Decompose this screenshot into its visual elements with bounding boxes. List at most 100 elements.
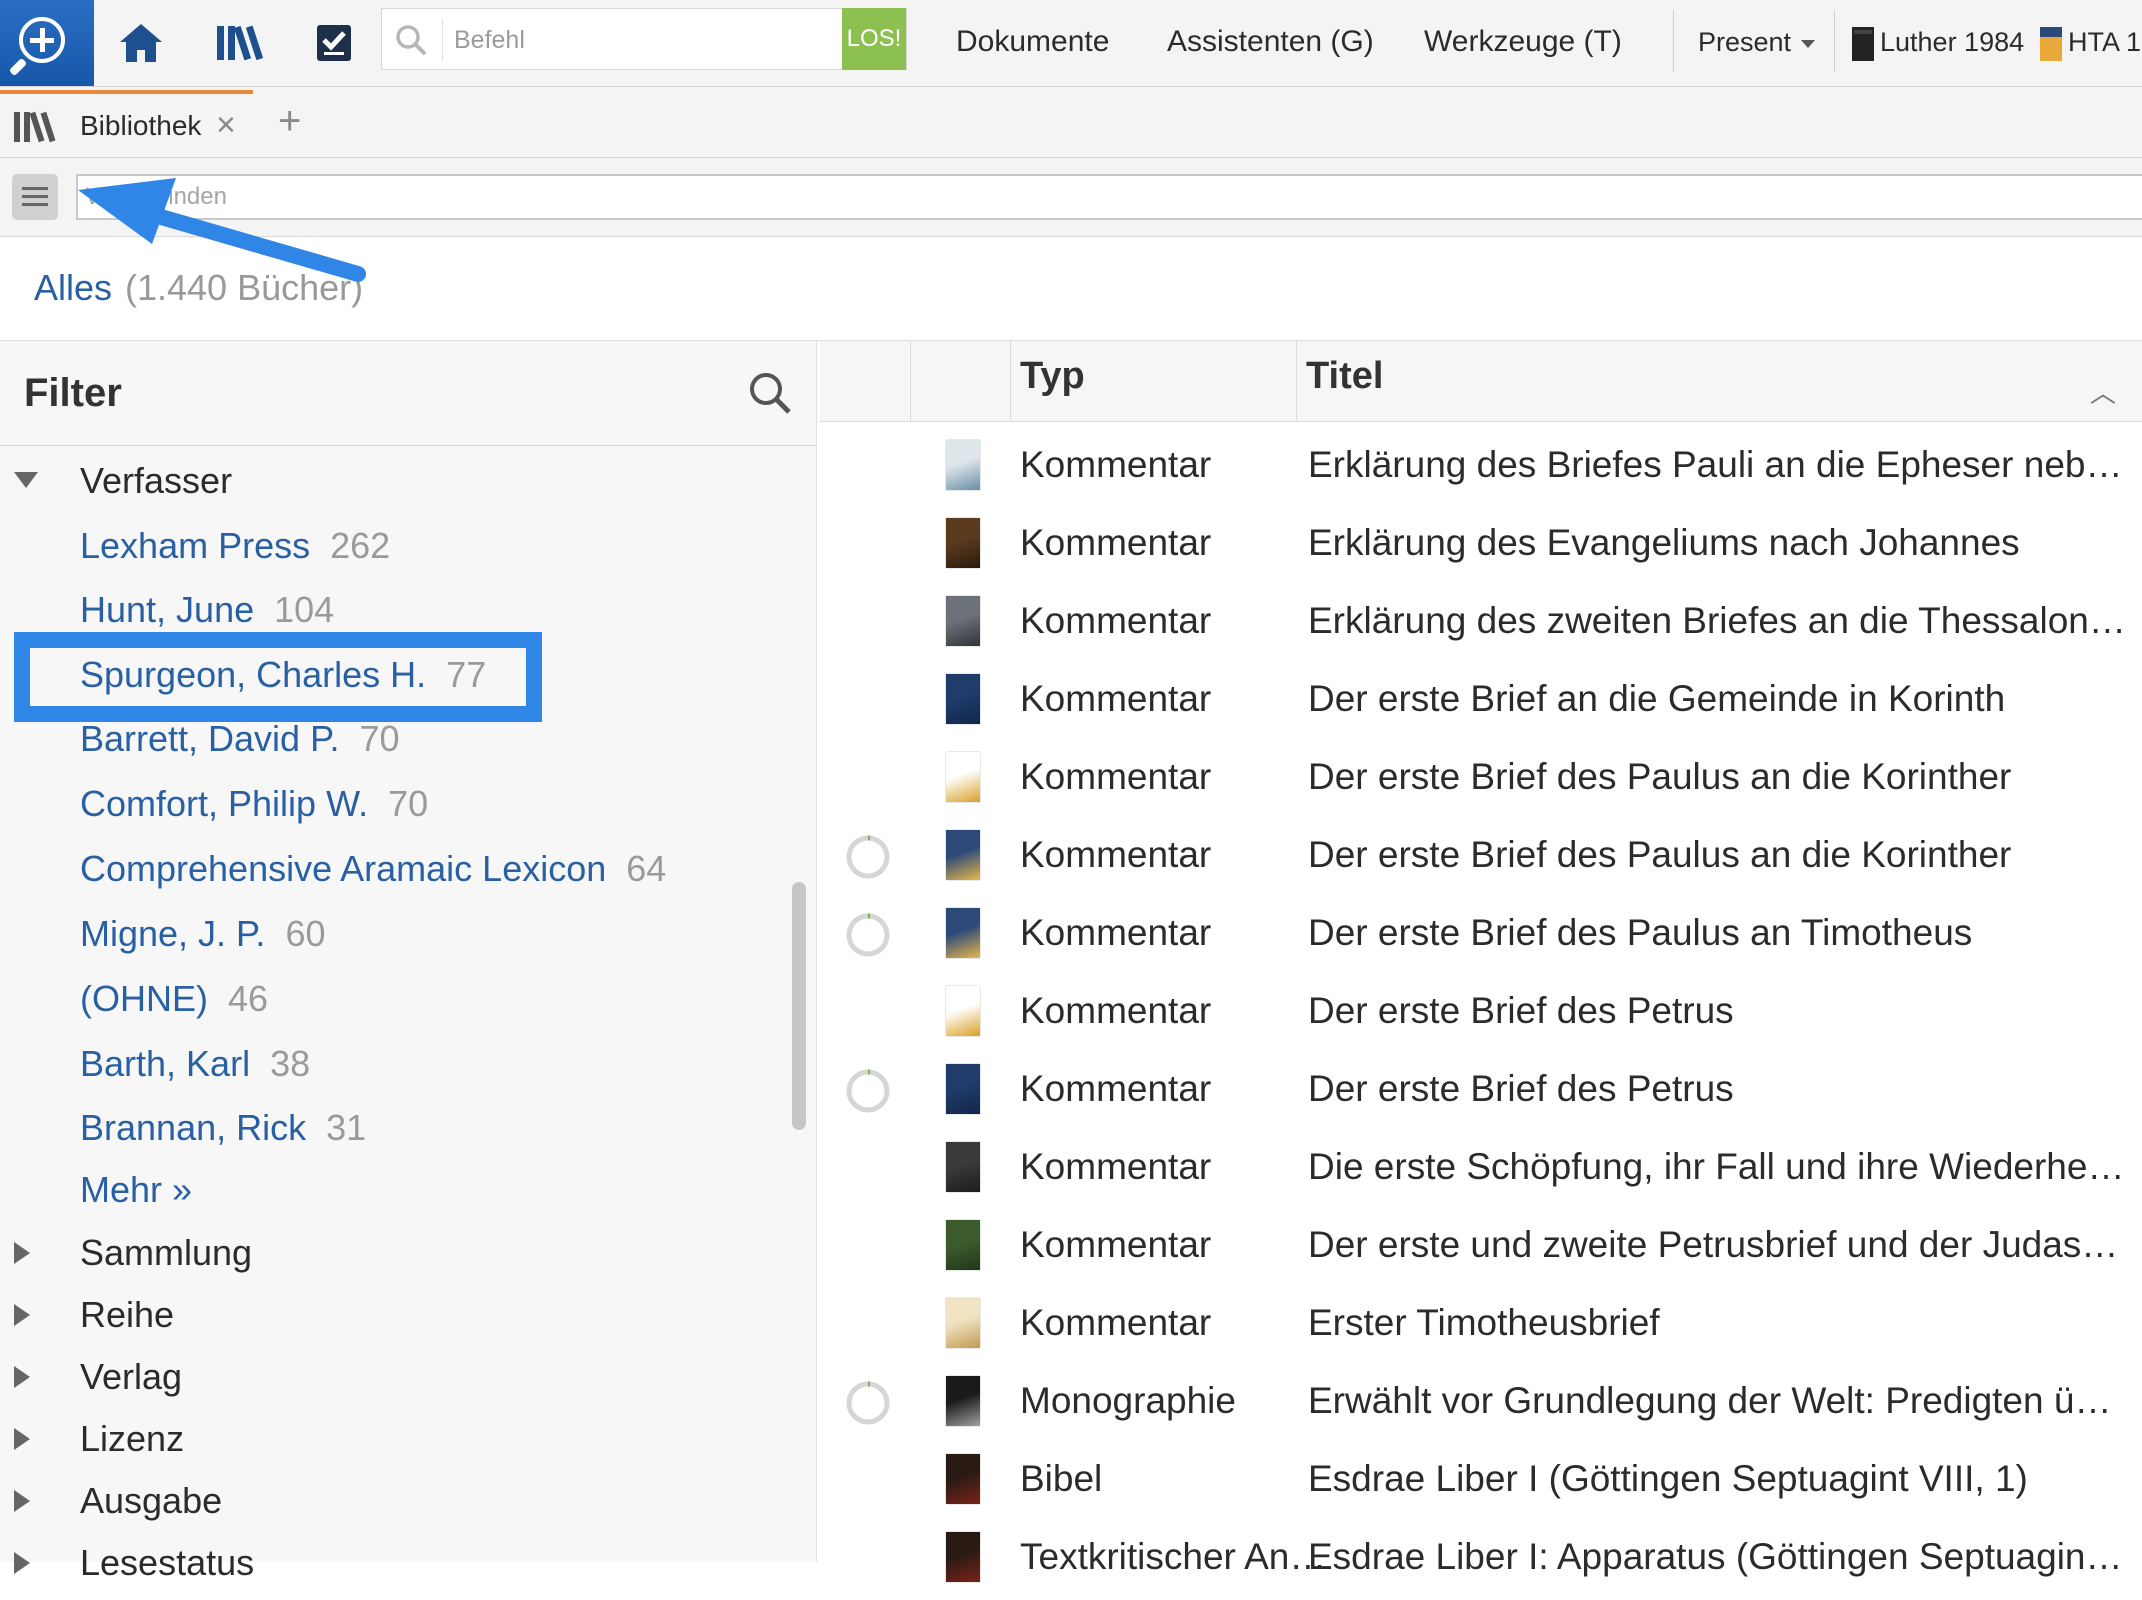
cell-titel[interactable]: Erster Timotheusbrief [1308, 1302, 2128, 1344]
table-row[interactable]: Kommentar Erklärung des Evangeliums nach … [820, 508, 2142, 586]
menu-tools[interactable]: Werkzeuge (T) [1424, 20, 1622, 64]
table-row[interactable]: Kommentar Der erste Brief an die Gemeinde… [820, 664, 2142, 742]
book-cover-thumbnail [946, 1532, 980, 1582]
filter-group-series[interactable]: Reihe [80, 1292, 174, 1338]
collapsed-triangle-icon[interactable] [14, 1242, 30, 1264]
cell-typ: Kommentar [1020, 444, 1212, 485]
collection-all-link[interactable]: Alles [34, 267, 112, 309]
filter-more-link[interactable]: Mehr » [80, 1167, 192, 1213]
bible-hta[interactable]: HTA 1. [2040, 20, 2142, 64]
collapsed-triangle-icon[interactable] [14, 1304, 30, 1326]
cell-typ: Kommentar [1020, 1224, 1212, 1265]
cell-titel[interactable]: Esdrae Liber I (Göttingen Septuagint VII… [1308, 1458, 2128, 1500]
menu-guides[interactable]: Assistenten (G) [1167, 20, 1374, 64]
logos-search-logo-icon[interactable] [0, 0, 94, 86]
book-count: (1.440 Bücher) [125, 267, 364, 308]
filter-author-item[interactable]: Hunt, June 104 [80, 587, 334, 633]
table-row[interactable]: Textkritischer An… Esdrae Liber I: Appara… [820, 1522, 2142, 1600]
layout-dropdown[interactable]: Present [1698, 20, 1816, 64]
toolbar-divider [1834, 10, 1835, 72]
book-cover-thumbnail [946, 830, 980, 880]
cell-titel[interactable]: Esdrae Liber I: Apparatus (Göttingen Sep… [1308, 1536, 2128, 1578]
cell-titel[interactable]: Der erste Brief an die Gemeinde in Korin… [1308, 678, 2128, 720]
table-row[interactable]: Kommentar Erster Timotheusbrief [820, 1288, 2142, 1366]
column-header-typ[interactable]: Typ [1010, 341, 1297, 421]
table-row[interactable]: Kommentar Die erste Schöpfung, ihr Fall u… [820, 1132, 2142, 1210]
book-cover-thumbnail [946, 1064, 980, 1114]
search-icon[interactable] [746, 369, 794, 417]
cell-titel[interactable]: Erklärung des zweiten Briefes an die The… [1308, 600, 2128, 642]
filter-scrollbar[interactable] [792, 882, 806, 1130]
table-row[interactable]: Kommentar Der erste Brief des Petrus [820, 976, 2142, 1054]
close-icon[interactable]: × [216, 106, 236, 145]
cell-typ: Kommentar [1020, 522, 1212, 563]
go-button[interactable]: LOS! [842, 8, 906, 70]
menu-documents[interactable]: Dokumente [956, 20, 1109, 64]
library-icon[interactable] [213, 18, 263, 68]
collapsed-triangle-icon[interactable] [14, 1428, 30, 1450]
home-icon[interactable] [116, 18, 166, 68]
collection-summary: Alles (1.440 Bücher) [0, 237, 2142, 341]
find-works-input[interactable] [76, 174, 2142, 220]
filter-author-item[interactable]: Lexham Press 262 [80, 523, 390, 569]
filter-author-item[interactable]: Barth, Karl 38 [80, 1041, 310, 1087]
cell-titel[interactable]: Der erste Brief des Paulus an die Korint… [1308, 834, 2128, 876]
table-row[interactable]: Kommentar Der erste Brief des Petrus [820, 1054, 2142, 1132]
results-table: Typ Titel ︿ Kommentar Erklärung des Brief… [820, 341, 2142, 1582]
column-header-titel[interactable]: Titel [1296, 341, 2142, 421]
expand-triangle-icon[interactable] [14, 472, 38, 488]
cell-titel[interactable]: Die erste Schöpfung, ihr Fall und ihre W… [1308, 1146, 2128, 1188]
sort-ascending-icon[interactable]: ︿ [2090, 373, 2116, 410]
filter-author-item[interactable]: Comfort, Philip W. 70 [80, 781, 428, 827]
cell-titel[interactable]: Erwählt vor Grundlegung der Welt: Predig… [1308, 1380, 2128, 1422]
tab-library[interactable]: Bibliothek × [0, 90, 253, 157]
book-cover-thumbnail [946, 596, 980, 646]
table-row[interactable]: Kommentar Der erste Brief des Paulus an d… [820, 820, 2142, 898]
reading-progress-icon [846, 835, 890, 879]
filter-group-publisher[interactable]: Verlag [80, 1354, 182, 1400]
table-row[interactable]: Kommentar Der erste Brief des Paulus an d… [820, 742, 2142, 820]
cell-typ: Monographie [1020, 1380, 1236, 1421]
book-cover-thumbnail [946, 1142, 980, 1192]
table-row[interactable]: Kommentar Erklärung des zweiten Briefes a… [820, 586, 2142, 664]
book-cover-thumbnail [946, 986, 980, 1036]
filter-author-item[interactable]: Migne, J. P. 60 [80, 911, 325, 957]
table-row[interactable]: Kommentar Erklärung des Briefes Pauli an … [820, 430, 2142, 508]
cell-titel[interactable]: Der erste und zweite Petrusbrief und der… [1308, 1224, 2128, 1266]
filter-group-reading-status[interactable]: Lesestatus [80, 1540, 254, 1586]
checklist-icon[interactable] [310, 18, 360, 68]
collapsed-triangle-icon[interactable] [14, 1490, 30, 1512]
table-row[interactable]: Bibel Esdrae Liber I (Göttingen Septuagin… [820, 1444, 2142, 1522]
table-row[interactable]: Kommentar Der erste Brief des Paulus an T… [820, 898, 2142, 976]
cell-titel[interactable]: Erklärung des Briefes Pauli an die Ephes… [1308, 444, 2128, 486]
book-cover-thumbnail [946, 674, 980, 724]
filter-group-collection[interactable]: Sammlung [80, 1230, 252, 1276]
filter-author-item[interactable]: (OHNE) 46 [80, 976, 268, 1022]
cell-titel[interactable]: Der erste Brief des Petrus [1308, 1068, 2128, 1110]
menu-icon[interactable] [12, 174, 58, 220]
bible-luther-1984[interactable]: Luther 1984 [1852, 20, 2024, 64]
collapsed-triangle-icon[interactable] [14, 1552, 30, 1574]
reading-progress-icon [846, 913, 890, 957]
filter-author-item[interactable]: Spurgeon, Charles H. 77 [80, 652, 486, 698]
cell-titel[interactable]: Erklärung des Evangeliums nach Johannes [1308, 522, 2128, 564]
table-row[interactable]: Monographie Erwählt vor Grundlegung der W… [820, 1366, 2142, 1444]
filter-author-item[interactable]: Brannan, Rick 31 [80, 1105, 366, 1151]
add-tab-button[interactable]: + [278, 101, 301, 141]
toolbar-divider [1673, 10, 1674, 72]
cell-titel[interactable]: Der erste Brief des Petrus [1308, 990, 2128, 1032]
collapsed-triangle-icon[interactable] [14, 1366, 30, 1388]
filter-group-edition[interactable]: Ausgabe [80, 1478, 222, 1524]
table-row[interactable]: Kommentar Der erste und zweite Petrusbrie… [820, 1210, 2142, 1288]
filter-group-license[interactable]: Lizenz [80, 1416, 184, 1462]
filter-group-author[interactable]: Verfasser [80, 458, 232, 504]
command-input[interactable] [452, 19, 816, 61]
cell-titel[interactable]: Der erste Brief des Paulus an Timotheus [1308, 912, 2128, 954]
cell-titel[interactable]: Der erste Brief des Paulus an die Korint… [1308, 756, 2128, 798]
column-header-status[interactable] [830, 341, 911, 421]
cell-typ: Kommentar [1020, 912, 1212, 953]
filter-author-item[interactable]: Barrett, David P. 70 [80, 716, 400, 762]
column-header-cover[interactable] [910, 341, 1011, 421]
filter-author-item[interactable]: Comprehensive Aramaic Lexicon 64 [80, 846, 666, 892]
tab-bar: Bibliothek × + [0, 87, 2142, 158]
